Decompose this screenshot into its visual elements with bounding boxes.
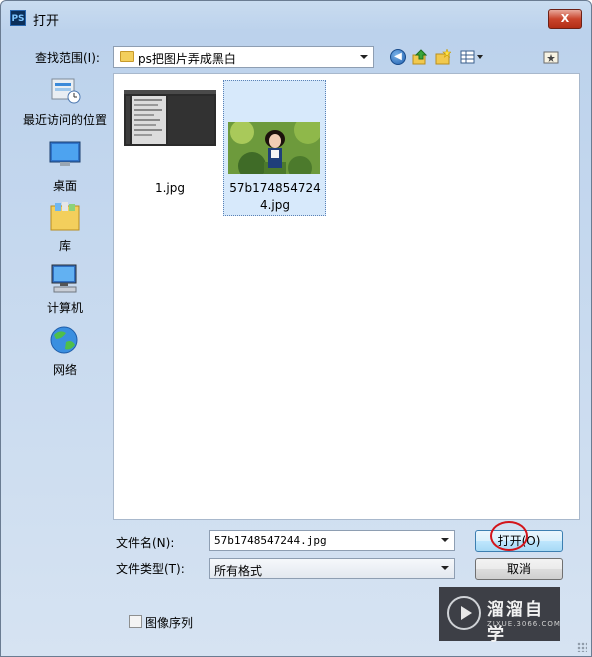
- file-item-1[interactable]: 1.jpg: [122, 84, 218, 204]
- file-view[interactable]: 1.jpg 57b1748547244.jpg: [113, 73, 580, 520]
- filetype-select[interactable]: 所有格式: [209, 558, 455, 579]
- cancel-button[interactable]: 取消: [475, 558, 563, 580]
- close-button[interactable]: X: [548, 9, 582, 29]
- file-thumbnail: [228, 122, 320, 174]
- place-label: 最近访问的位置: [22, 113, 107, 127]
- properties-icon[interactable]: [543, 49, 559, 65]
- chevron-down-icon[interactable]: [441, 566, 449, 570]
- place-label: 桌面: [52, 179, 77, 193]
- views-menu-icon[interactable]: [460, 49, 484, 65]
- places-bar: 最近访问的位置 桌面 库 计算机 网络: [19, 73, 111, 377]
- recent-places-icon: [51, 78, 81, 104]
- back-icon[interactable]: ◀: [390, 49, 406, 65]
- desktop-icon: [49, 141, 81, 166]
- folder-icon: [120, 51, 134, 62]
- filename-label: 文件名(N):: [116, 536, 175, 550]
- annotation-circle: [490, 521, 528, 551]
- look-in-value: ps把图片弄成黑白: [138, 52, 236, 66]
- computer-icon: [51, 264, 77, 293]
- filename-input[interactable]: 57b1748547244.jpg: [209, 530, 455, 551]
- watermark: 溜溜自学 ZIXUE.3066.COM: [439, 587, 561, 645]
- image-sequence-checkbox[interactable]: [129, 615, 142, 628]
- look-in-label: 查找范围(I):: [35, 51, 100, 65]
- file-item-2[interactable]: 57b1748547244.jpg: [224, 84, 326, 214]
- image-sequence-label: 图像序列: [145, 616, 194, 630]
- network-icon: [50, 326, 78, 354]
- filetype-value: 所有格式: [214, 564, 263, 578]
- filename-value: 57b1748547244.jpg: [214, 534, 327, 547]
- file-name: 57b1748547244.jpg: [229, 181, 321, 212]
- chevron-down-icon[interactable]: [441, 538, 449, 542]
- place-label: 库: [58, 239, 71, 253]
- up-folder-icon[interactable]: [412, 49, 428, 65]
- filetype-label: 文件类型(T):: [116, 562, 185, 576]
- place-label: 网络: [52, 363, 77, 377]
- dialog-title: 打开: [33, 14, 60, 29]
- file-name: 1.jpg: [154, 181, 186, 195]
- play-logo-icon: [447, 596, 481, 630]
- new-folder-icon[interactable]: [435, 48, 452, 65]
- place-label: 计算机: [46, 301, 83, 315]
- photoshop-app-icon: PS: [10, 10, 26, 26]
- resize-grip-icon[interactable]: [577, 642, 587, 652]
- watermark-url: ZIXUE.3066.COM: [487, 620, 561, 628]
- look-in-combo[interactable]: ps把图片弄成黑白: [113, 46, 374, 68]
- file-thumbnail: [124, 90, 216, 146]
- libraries-icon: [50, 202, 80, 231]
- chevron-down-icon[interactable]: [360, 55, 368, 59]
- title-bar: PS 打开 X: [1, 1, 591, 35]
- open-dialog: PS 打开 X 查找范围(I): ps把图片弄成黑白 ◀ 最近访问的位置 桌面 …: [0, 0, 592, 657]
